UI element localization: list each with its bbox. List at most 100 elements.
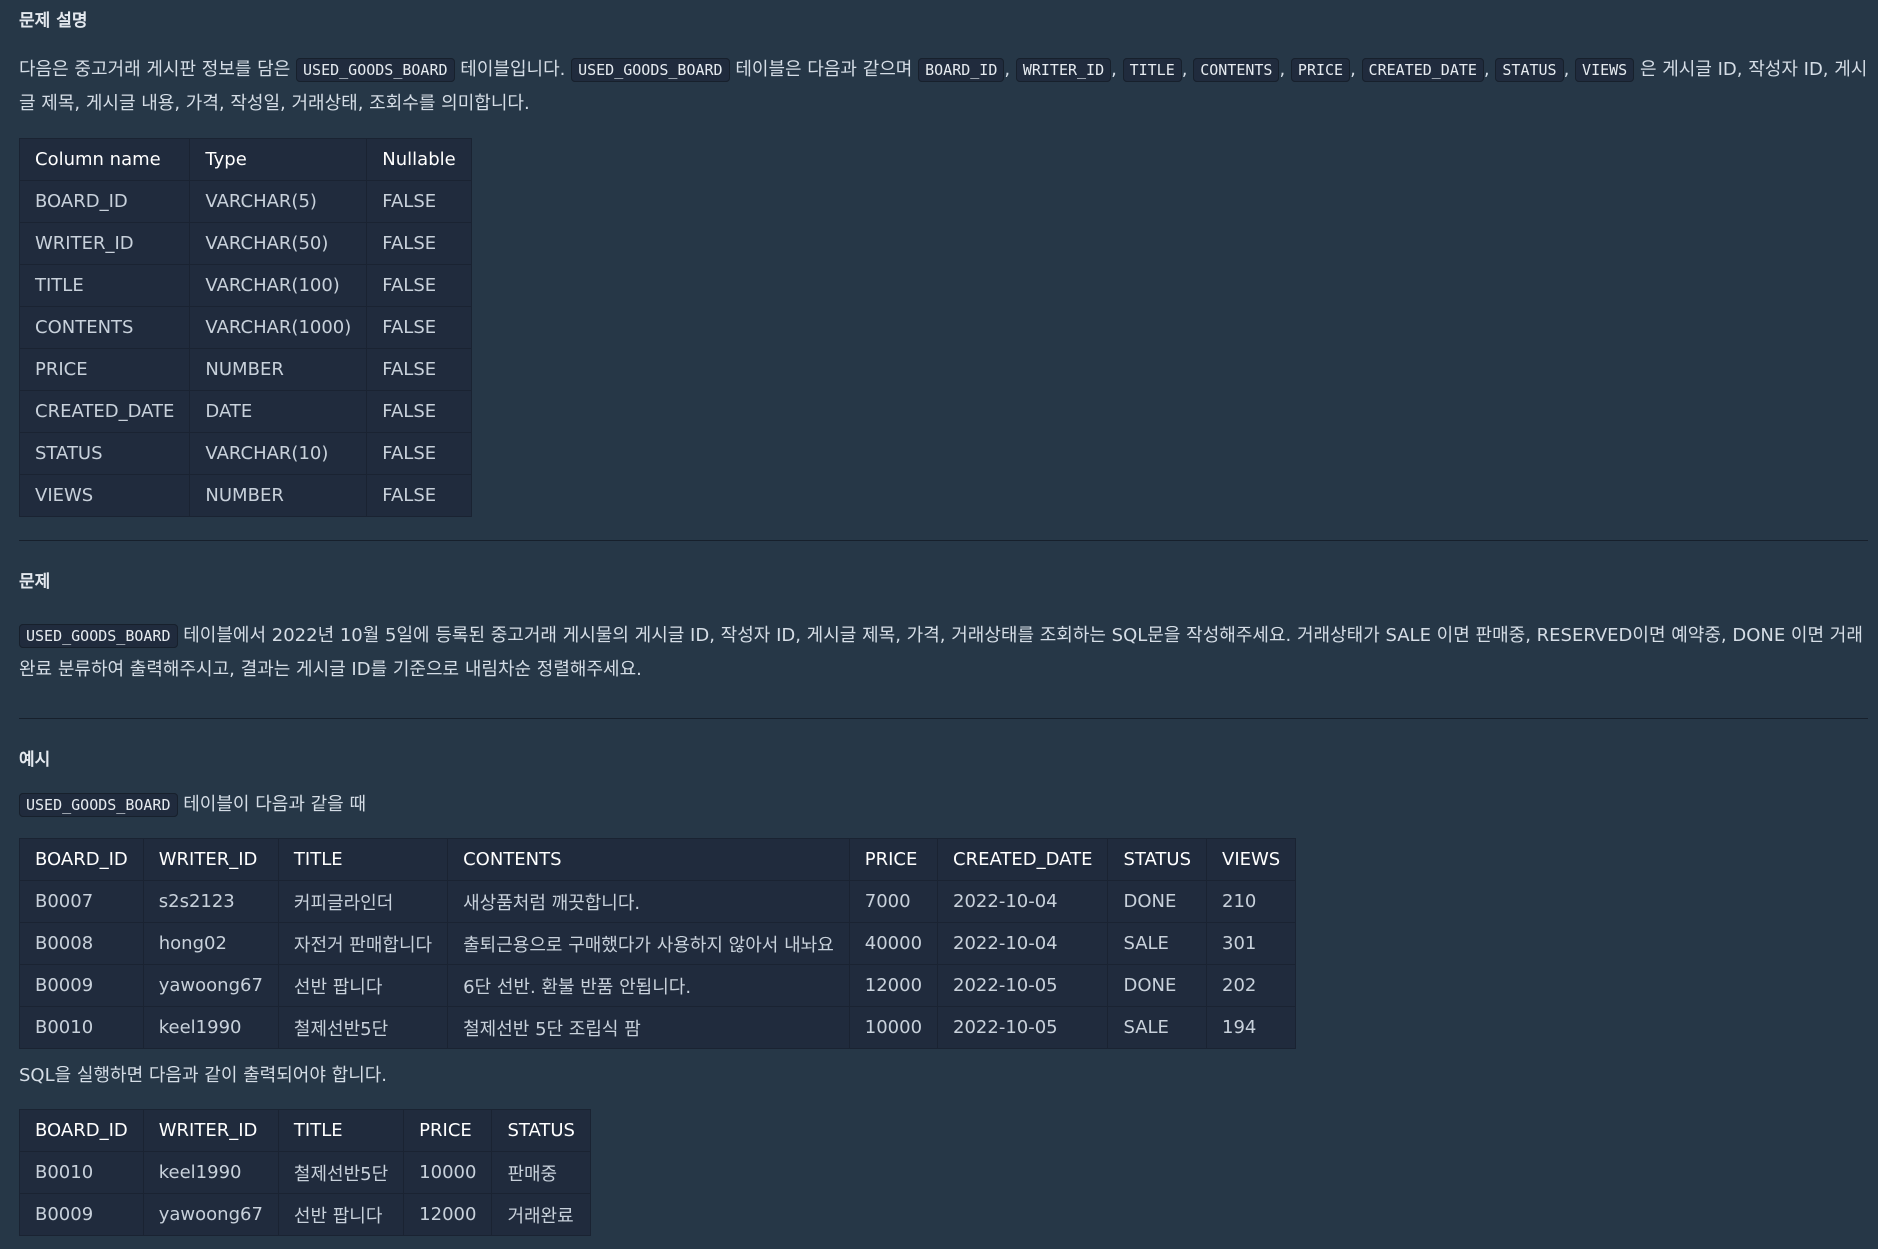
- table-cell: VIEWS: [18, 474, 191, 517]
- header-cell: BOARD_ID: [19, 1109, 144, 1152]
- table-cell: B0010: [19, 1006, 144, 1049]
- table-row: VIEWS NUMBER FALSE: [18, 474, 472, 517]
- section-title-problem: 문제: [19, 572, 51, 592]
- header-cell: WRITER_ID: [142, 1109, 279, 1152]
- inline-code-column: VIEWS: [1575, 58, 1635, 82]
- table-header-row: Column name Type Nullable: [18, 138, 472, 181]
- table-cell: SALE: [1107, 1006, 1207, 1049]
- inline-code-table-name: USED_GOODS_BOARD: [19, 624, 178, 648]
- table-cell: NUMBER: [189, 474, 368, 517]
- table-row: BOARD_ID VARCHAR(5) FALSE: [18, 180, 472, 223]
- table-cell: 2022-10-05: [937, 1006, 1109, 1049]
- inline-code-column: CREATED_DATE: [1361, 58, 1484, 82]
- inline-code-table-name: USED_GOODS_BOARD: [296, 58, 455, 82]
- table-cell: 10000: [403, 1151, 493, 1194]
- description-text-3: 테이블은 다음과 같으며: [735, 59, 913, 80]
- table-row: B0009 yawoong67 선반 팝니다 12000 거래완료: [19, 1193, 591, 1236]
- separator: ,: [1111, 59, 1117, 80]
- table-cell: 거래완료: [491, 1193, 591, 1236]
- table-cell: FALSE: [366, 474, 472, 517]
- header-cell: PRICE: [848, 838, 939, 881]
- table-row: PRICE NUMBER FALSE: [18, 348, 472, 391]
- separator: ,: [1483, 59, 1490, 80]
- inline-code-column: TITLE: [1122, 58, 1182, 82]
- problem-page: 문제 설명 다음은 중고거래 게시판 정보를 담은 USED_GOODS_BOA…: [0, 0, 1878, 1249]
- table-cell: 2022-10-05: [937, 964, 1109, 1007]
- table-cell: B0009: [19, 1193, 144, 1236]
- table-cell: 7000: [848, 880, 939, 923]
- table-cell: STATUS: [18, 432, 191, 475]
- inline-code-table-name: USED_GOODS_BOARD: [571, 58, 730, 82]
- table-header-row: BOARD_ID WRITER_ID TITLE CONTENTS PRICE …: [19, 838, 1297, 881]
- table-cell: FALSE: [366, 306, 472, 349]
- description-text-1: 다음은 중고거래 게시판 정보를 담은: [19, 59, 291, 80]
- table-cell: keel1990: [142, 1151, 279, 1194]
- table-cell: 301: [1205, 922, 1297, 965]
- inline-code-column: PRICE: [1290, 58, 1351, 82]
- header-cell: Type: [189, 138, 368, 181]
- table-cell: DATE: [189, 390, 368, 433]
- table-cell: hong02: [142, 922, 279, 965]
- table-cell: 210: [1205, 880, 1297, 923]
- table-cell: FALSE: [366, 222, 472, 265]
- table-cell: B0009: [19, 964, 144, 1007]
- table-cell: PRICE: [18, 348, 191, 391]
- schema-table: Column name Type Nullable BOARD_ID VARCH…: [18, 138, 472, 517]
- example-intro-text: 테이블이 다음과 같을 때: [183, 794, 366, 815]
- table-cell: CONTENTS: [18, 306, 191, 349]
- table-cell: 6단 선반. 환불 반품 안됩니다.: [447, 964, 850, 1007]
- header-cell: STATUS: [1107, 838, 1207, 881]
- table-cell: 12000: [403, 1193, 493, 1236]
- table-row: B0007 s2s2123 커피글라인더 새상품처럼 깨끗합니다. 7000 2…: [19, 880, 1297, 923]
- table-cell: FALSE: [366, 348, 472, 391]
- inline-code-column: STATUS: [1495, 58, 1564, 82]
- section-divider: [19, 540, 1868, 541]
- table-cell: DONE: [1107, 964, 1207, 1007]
- table-cell: 커피글라인더: [277, 880, 449, 923]
- table-cell: 2022-10-04: [937, 880, 1109, 923]
- header-cell: BOARD_ID: [19, 838, 144, 881]
- table-cell: VARCHAR(50): [189, 222, 368, 265]
- inline-code-column: BOARD_ID: [918, 58, 1005, 82]
- table-row: B0010 keel1990 철제선반5단 10000 판매중: [19, 1151, 591, 1194]
- table-cell: 12000: [848, 964, 939, 1007]
- section-divider: [19, 718, 1868, 719]
- table-cell: DONE: [1107, 880, 1207, 923]
- table-cell: s2s2123: [142, 880, 279, 923]
- table-cell: VARCHAR(10): [189, 432, 368, 475]
- table-cell: 출퇴근용으로 구매했다가 사용하지 않아서 내놔요: [447, 922, 850, 965]
- table-cell: 40000: [848, 922, 939, 965]
- header-cell: CREATED_DATE: [937, 838, 1109, 881]
- table-cell: yawoong67: [142, 1193, 279, 1236]
- example-data-table: BOARD_ID WRITER_ID TITLE CONTENTS PRICE …: [19, 838, 1297, 1049]
- separator: ,: [1279, 59, 1286, 80]
- table-cell: FALSE: [366, 432, 472, 475]
- header-cell: STATUS: [491, 1109, 591, 1152]
- table-cell: 선반 팝니다: [277, 964, 449, 1007]
- table-cell: VARCHAR(5): [189, 180, 368, 223]
- table-row: TITLE VARCHAR(100) FALSE: [18, 264, 472, 307]
- header-cell: PRICE: [403, 1109, 493, 1152]
- table-row: B0009 yawoong67 선반 팝니다 6단 선반. 환불 반품 안됩니다…: [19, 964, 1297, 1007]
- header-cell: Column name: [18, 138, 191, 181]
- header-cell: VIEWS: [1205, 838, 1297, 881]
- separator: ,: [1350, 59, 1356, 80]
- table-cell: NUMBER: [189, 348, 368, 391]
- table-cell: yawoong67: [142, 964, 279, 1007]
- header-cell: WRITER_ID: [142, 838, 279, 881]
- header-cell: TITLE: [277, 1109, 405, 1152]
- result-table: BOARD_ID WRITER_ID TITLE PRICE STATUS B0…: [19, 1109, 591, 1236]
- separator: ,: [1563, 59, 1570, 80]
- table-row: B0008 hong02 자전거 판매합니다 출퇴근용으로 구매했다가 사용하지…: [19, 922, 1297, 965]
- table-row: CONTENTS VARCHAR(1000) FALSE: [18, 306, 472, 349]
- table-cell: 202: [1205, 964, 1297, 1007]
- table-cell: 새상품처럼 깨끗합니다.: [447, 880, 850, 923]
- table-cell: 철제선반 5단 조립식 팜: [447, 1006, 850, 1049]
- section-title-example: 예시: [19, 750, 51, 770]
- table-cell: 자전거 판매합니다: [277, 922, 449, 965]
- description-text-2: 테이블입니다.: [460, 59, 566, 80]
- separator: ,: [1181, 59, 1188, 80]
- table-cell: FALSE: [366, 180, 472, 223]
- table-cell: TITLE: [18, 264, 191, 307]
- table-cell: 10000: [848, 1006, 939, 1049]
